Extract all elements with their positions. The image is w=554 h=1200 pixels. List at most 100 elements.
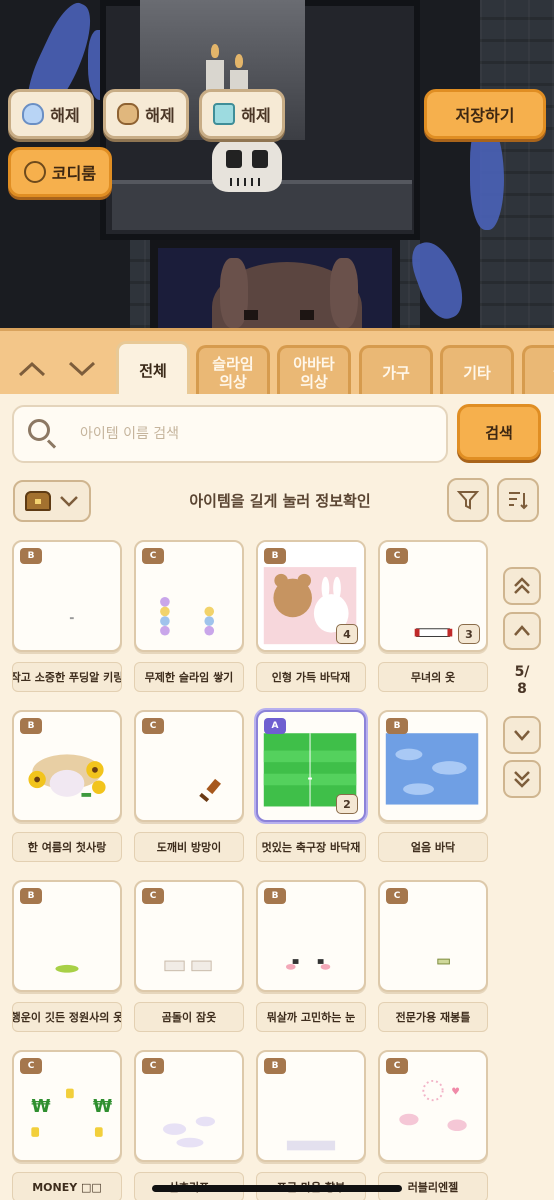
total-pages: 8 [517,681,527,697]
item-card[interactable]: B [12,710,122,822]
candle-flame [211,44,219,58]
item-card[interactable]: B [378,710,488,822]
grade-badge: A [264,718,286,734]
item-card[interactable]: B [256,880,366,992]
item-count-badge: 2 [336,794,358,814]
avatar-eye [244,310,258,320]
search-button[interactable]: 검색 [457,404,541,460]
first-page-button[interactable] [503,567,541,605]
tab-favorites[interactable]: ★ [522,345,554,394]
gardener-outfit-art [55,964,79,973]
bear-pajama-art [164,960,212,972]
last-page-button[interactable] [503,760,541,798]
item-name: 무제한 슬라임 쌓기 [134,662,244,692]
item-slot[interactable]: B 얼음 바닥 [378,710,492,862]
release-avatar-button[interactable]: 해제 [103,89,189,139]
skull-decor [212,136,282,192]
tab-furniture[interactable]: 가구 [359,345,433,394]
codiroom-button[interactable]: 코디룸 [8,147,112,197]
codiroom-label: 코디룸 [51,164,97,183]
grade-badge: B [386,718,408,734]
current-page: 5/ [514,664,530,680]
pondering-eyes-art [285,959,331,970]
prev-page-button[interactable] [503,612,541,650]
item-name: 한 여름의 첫사랑 [12,832,122,862]
item-card[interactable]: C [134,540,244,652]
item-card[interactable]: B [256,1050,366,1162]
item-card[interactable]: C ♥ [378,1050,488,1162]
search-box [12,405,448,463]
chevron-down-icon [68,361,96,377]
search-input[interactable] [80,426,420,442]
sunflower-hat-art [28,754,106,797]
item-count-badge: 4 [336,624,358,644]
next-page-button[interactable] [503,716,541,754]
item-slot[interactable]: B 작고 소중한 푸딩알 키링 [12,540,126,692]
item-card[interactable]: C [378,880,488,992]
item-card[interactable]: C [134,710,244,822]
item-name: 도깨비 방망이 [134,832,244,862]
item-card[interactable]: B 4 [256,540,366,652]
svg-text:₩: ₩ [93,1097,112,1117]
item-slot[interactable]: C ₩ ₩ MONEY □□ [12,1050,126,1200]
item-slot[interactable]: C 도깨비 방망이 [134,710,248,862]
item-name: 인형 가득 바닥재 [256,662,366,692]
release-furniture-label: 해제 [241,106,271,125]
item-card[interactable]: B [12,880,122,992]
tab-all[interactable]: 전체 [116,341,190,394]
chevron-down-icon [514,730,530,741]
item-slot[interactable]: A 2 멋있는 축구장 바닥재 [256,710,370,862]
item-card[interactable]: C ₩ ₩ [12,1050,122,1162]
pudding-keyring-art [69,617,74,620]
item-card[interactable]: C [134,880,244,992]
item-slot[interactable]: B 한 여름의 첫사랑 [12,710,126,862]
item-slot[interactable]: C ♥ 러블리엔젤 [378,1050,492,1200]
smile-face-icon [23,161,46,183]
item-name: 무녀의 옷 [378,662,488,692]
release-slime-button[interactable]: 해제 [8,89,94,139]
item-slot[interactable]: B 포근 마음 향부 [256,1050,370,1200]
funnel-filter-icon [456,491,480,510]
item-name: 멋있는 축구장 바닥재 [256,832,366,862]
item-card[interactable]: C [134,1050,244,1162]
page-indicator: 5/ 8 [500,664,544,698]
collapse-up-button[interactable] [12,349,52,389]
item-name: 곰돌이 잠옷 [134,1002,244,1032]
item-name: MONEY □□ [12,1172,122,1200]
item-slot[interactable]: C 산호리프 [134,1050,248,1200]
item-name: 작고 소중한 푸딩알 키링 [12,662,122,692]
item-slot[interactable]: C 곰돌이 잠옷 [134,880,248,1032]
sewing-machine-art [437,958,450,965]
tab-slime-costume[interactable]: 슬라임 의상 [196,345,270,394]
item-card[interactable]: A 2 [256,710,366,822]
item-slot[interactable]: C 무제한 슬라임 쌓기 [134,540,248,692]
sort-dropdown[interactable] [13,480,91,522]
sort-descending-icon [509,492,528,510]
item-slot[interactable]: B 4 인형 가득 바닥재 [256,540,370,692]
svg-text:♥: ♥ [451,1086,460,1097]
release-slime-label: 해제 [50,106,80,125]
cozy-heart-art [286,1140,336,1151]
treasure-chest-icon [25,491,51,511]
item-slot[interactable]: B 행운이 깃든 정원사의 옷 [12,880,126,1032]
item-name: 행운이 깃든 정원사의 옷 [12,1002,122,1032]
sort-order-button[interactable] [497,478,539,522]
item-card[interactable]: B [12,540,122,652]
expand-down-button[interactable] [62,349,102,389]
long-press-hint: 아이템을 길게 눌러 정보확인 [189,492,371,510]
chevron-up-icon [514,625,530,636]
home-indicator[interactable] [152,1185,402,1192]
item-name: 전문가용 재봉틀 [378,1002,488,1032]
save-button[interactable]: 저장하기 [424,89,546,139]
tab-etc[interactable]: 기타 [440,345,514,394]
item-card[interactable]: C 3 [378,540,488,652]
avatar-eye [300,310,314,320]
item-slot[interactable]: C 3 무녀의 옷 [378,540,492,692]
tab-avatar-costume[interactable]: 아바타 의상 [277,345,351,394]
candle-flame [235,54,243,68]
item-count-badge: 3 [458,624,480,644]
item-slot[interactable]: C 전문가용 재봉틀 [378,880,492,1032]
item-slot[interactable]: B 뭐살까 고민하는 눈 [256,880,370,1032]
filter-button[interactable] [447,478,489,522]
release-furniture-button[interactable]: 해제 [199,89,285,139]
